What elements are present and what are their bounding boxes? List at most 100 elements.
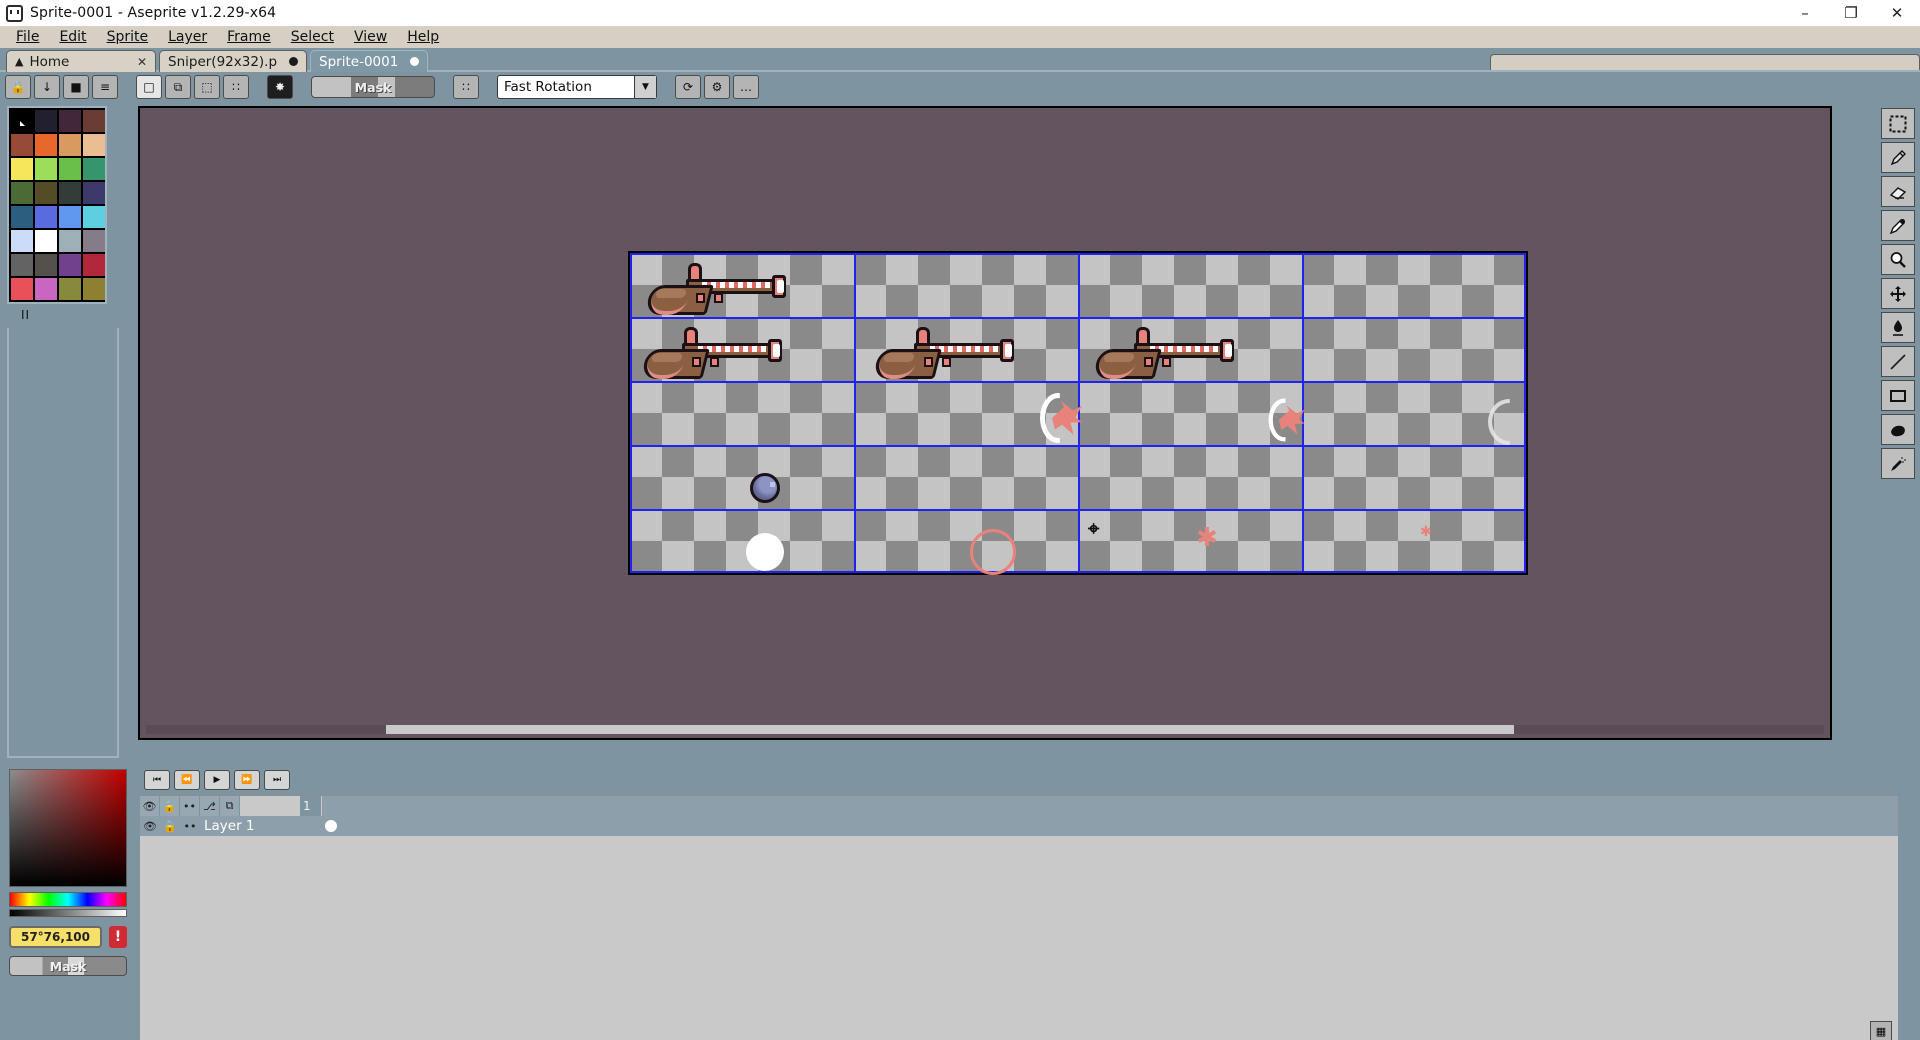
palette-swatch[interactable] [35,134,57,156]
sprite-canvas[interactable]: ✱ ✱ [628,251,1528,575]
options-menu-button[interactable]: ≡ [92,75,118,99]
palette-swatch[interactable] [35,182,57,204]
duplicate-icon[interactable]: ⧉ [220,796,240,816]
pencil-tool[interactable] [1881,142,1915,173]
continuous-icon[interactable]: •• [180,796,200,816]
palette-swatch[interactable] [35,206,57,228]
tab-home[interactable]: ▲ Home ✕ [6,50,156,72]
go-next-frame-button[interactable]: ⏩ [234,770,260,790]
palette-swatch[interactable] [11,230,33,252]
snap-down-button[interactable]: ↓ [34,75,60,99]
palette-swatch[interactable] [35,230,57,252]
menu-edit[interactable]: Edit [49,27,96,47]
rectangle-tool[interactable] [1881,380,1915,411]
palette-swatch[interactable] [83,134,105,156]
palette-swatch[interactable] [59,134,81,156]
menu-select[interactable]: Select [281,27,344,47]
canvas-hscrollbar-thumb[interactable] [386,725,1514,734]
menu-help[interactable]: Help [397,27,449,47]
maximize-button[interactable]: ❐ [1828,0,1874,26]
lock-icon[interactable]: 🔒 [160,796,180,816]
lock-axis-button[interactable]: 🔒 [5,75,31,99]
menu-frame[interactable]: Frame [217,27,281,47]
layer-cel-1[interactable] [320,816,342,836]
paint-bucket-tool[interactable] [1881,312,1915,343]
line-tool[interactable] [1881,346,1915,377]
palette-swatch[interactable] [83,158,105,180]
frame-number-1[interactable]: 1 [300,796,322,816]
menu-sprite[interactable]: Sprite [97,27,159,47]
fill-button[interactable]: ■ [63,75,89,99]
palette-swatch[interactable] [11,206,33,228]
selection-intersect-button[interactable]: ∷ [223,75,249,99]
palette-swatch[interactable] [59,254,81,276]
tab-home-close-icon[interactable]: ✕ [137,55,147,69]
layer-eye-icon[interactable]: 👁 [140,816,160,836]
chevron-down-icon[interactable]: ▼ [634,76,656,98]
palette-swatch[interactable] [83,278,105,300]
eye-icon[interactable]: 👁 [140,796,160,816]
zoom-tool[interactable] [1881,244,1915,275]
timeline-empty-area[interactable] [140,836,1898,1040]
move-tool[interactable] [1881,278,1915,309]
palette-swatch[interactable] [11,158,33,180]
layer-name-label[interactable]: Layer 1 [200,816,320,836]
palette-swatch[interactable] [35,254,57,276]
rotation-algorithm-select[interactable]: Fast Rotation ▼ [497,75,657,99]
hue-slider[interactable] [9,892,127,907]
palette-swatch[interactable] [83,110,105,132]
menu-file[interactable]: File [6,27,49,47]
magic-wand-button[interactable]: ✸ [267,75,293,99]
menu-view[interactable]: View [344,27,397,47]
settings-gear-button[interactable]: ⚙ [704,75,730,99]
refresh-button[interactable]: ⟳ [675,75,701,99]
minimize-button[interactable]: – [1782,0,1828,26]
palette-swatch[interactable] [11,278,33,300]
palette-swatch[interactable] [59,110,81,132]
canvas-editor[interactable]: ✱ ✱ ⌖ [134,102,1876,766]
mask-color-slider[interactable]: Mask [311,76,435,98]
selection-replace-button[interactable]: □ [136,75,162,99]
palette-swatch[interactable] [11,134,33,156]
palette-swatch[interactable] [35,278,57,300]
menu-layer[interactable]: Layer [158,27,217,47]
tab-sniper[interactable]: Sniper(92x32).p [159,50,308,72]
canvas-hscrollbar[interactable] [146,725,1824,734]
palette-swatch[interactable] [11,182,33,204]
canvas-viewport[interactable]: ✱ ✱ ⌖ [138,106,1832,740]
eyedropper-tool[interactable] [1881,210,1915,241]
palette-grid[interactable] [7,106,107,304]
onion-skin-icon[interactable]: ⎇ [200,796,220,816]
spray-tool[interactable] [1881,448,1915,479]
timeline-grid[interactable]: 👁 🔒 •• ⎇ ⧉ 1 👁 🔒 •• Layer 1 ▦ [140,795,1898,1040]
selection-subtract-button[interactable]: ⬚ [194,75,220,99]
hsv-value-field[interactable]: 57°76,100 [9,926,102,948]
color-field[interactable] [9,769,127,887]
palette-swatch[interactable] [83,206,105,228]
warning-icon[interactable]: ! [109,926,127,948]
go-previous-frame-button[interactable]: ⏪ [174,770,200,790]
timeline-options-button[interactable]: ▦ [1870,1021,1892,1040]
timeline-layer-row[interactable]: 👁 🔒 •• Layer 1 [140,816,1898,836]
go-first-frame-button[interactable]: ⏮ [144,770,170,790]
play-button[interactable]: ▶ [204,770,230,790]
palette-swatch[interactable] [11,110,33,132]
pixel-grid-button[interactable]: ∷ [453,75,479,99]
mask-color-button[interactable]: Mask [9,956,127,976]
palette-swatch[interactable] [59,230,81,252]
blob-tool[interactable] [1881,414,1915,445]
close-button[interactable]: ✕ [1874,0,1920,26]
layer-continuous-icon[interactable]: •• [180,816,200,836]
marquee-select-tool[interactable] [1881,108,1915,139]
palette-swatch[interactable] [83,230,105,252]
palette-swatch[interactable] [35,158,57,180]
palette-swatch[interactable] [59,182,81,204]
palette-swatch[interactable] [59,158,81,180]
go-last-frame-button[interactable]: ⏭ [264,770,290,790]
selection-add-button[interactable]: ⧉ [165,75,191,99]
tab-sprite-0001[interactable]: Sprite-0001 [310,50,429,72]
palette-swatch[interactable] [59,206,81,228]
palette-swatch[interactable] [83,182,105,204]
palette-swatch[interactable] [11,254,33,276]
layer-lock-icon[interactable]: 🔒 [160,816,180,836]
